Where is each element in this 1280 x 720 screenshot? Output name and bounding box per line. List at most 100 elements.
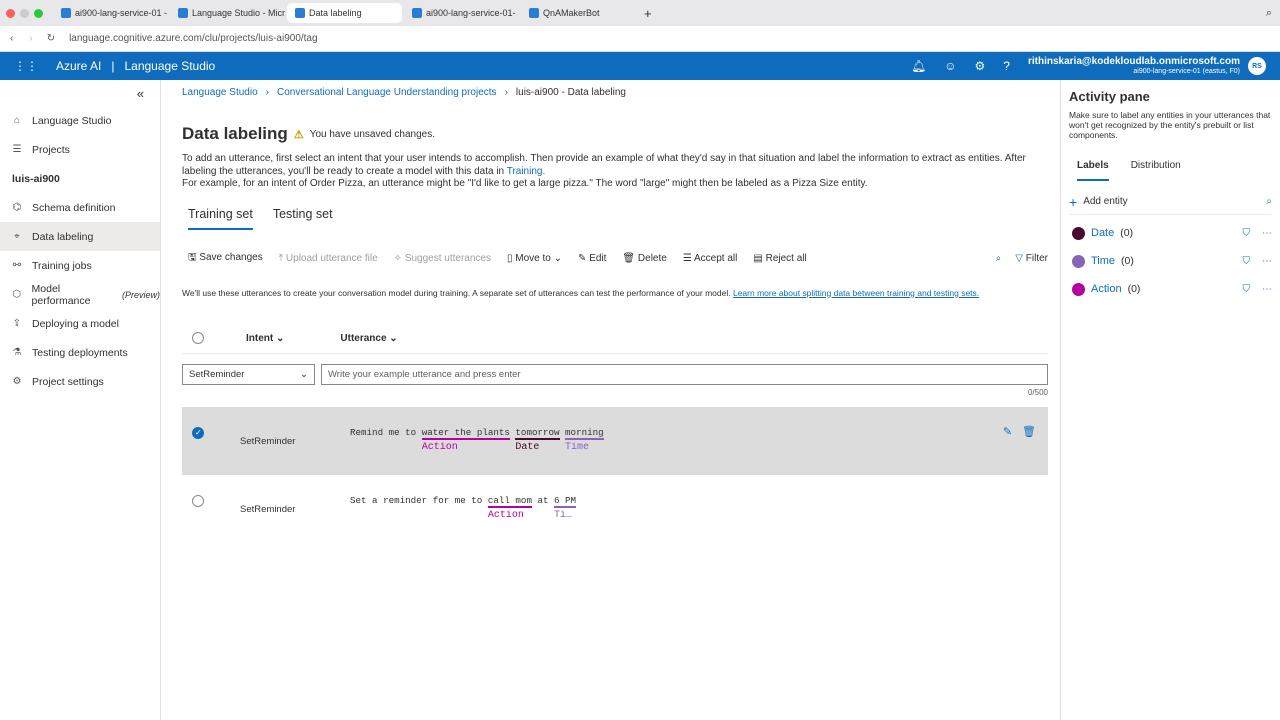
save-changes-button[interactable]: 🖫 Save changes bbox=[188, 250, 263, 267]
bell-icon[interactable]: 🔔︎ bbox=[911, 59, 926, 73]
label-brush-icon[interactable]: ⛉ bbox=[1243, 284, 1251, 295]
move-to-button[interactable]: ▯ Move to ⌄ bbox=[507, 253, 562, 264]
more-options-icon[interactable]: ⋯ bbox=[1262, 256, 1272, 267]
app-launcher-icon[interactable]: ⋮⋮ bbox=[14, 59, 38, 73]
more-options-icon[interactable]: ⋯ bbox=[1262, 228, 1272, 239]
sidebar-item-label: Model performance bbox=[31, 282, 91, 307]
maximize-window-button[interactable] bbox=[34, 8, 43, 18]
breadcrumb-language-studio[interactable]: Language Studio bbox=[182, 87, 258, 98]
product-name[interactable]: Language Studio bbox=[124, 59, 215, 73]
new-tab-button[interactable]: + bbox=[644, 6, 652, 21]
entity-row[interactable]: Time (0) ⛉ ⋯ bbox=[1069, 247, 1272, 275]
sidebar-item-projects[interactable]: ☰ Projects bbox=[0, 135, 160, 164]
label-brush-icon[interactable]: ⛉ bbox=[1243, 228, 1251, 239]
back-button[interactable]: ‹ bbox=[10, 33, 13, 44]
feedback-smiley-icon[interactable]: ☺ bbox=[944, 59, 956, 73]
sidebar-item-deploying-a-model[interactable]: ⇪ Deploying a model bbox=[0, 309, 160, 338]
search-entities-icon[interactable]: ⌕ bbox=[1266, 196, 1272, 207]
url-field[interactable]: language.cognitive.azure.com/clu/project… bbox=[69, 33, 317, 44]
pane-title: Activity pane bbox=[1069, 89, 1150, 104]
delete-button[interactable]: 🗑︎ Delete bbox=[622, 253, 666, 264]
add-entity-button[interactable]: Add entity bbox=[1083, 196, 1127, 207]
entity-row[interactable]: Action (0) ⛉ ⋯ bbox=[1069, 275, 1272, 303]
utterance-input[interactable]: Write your example utterance and press e… bbox=[321, 363, 1048, 385]
edit-button[interactable]: ✎ Edit bbox=[578, 253, 606, 264]
entity-span[interactable]: call mom Action bbox=[487, 495, 532, 521]
entity-name[interactable]: Action bbox=[1091, 283, 1122, 295]
search-icon[interactable]: ⌕ bbox=[996, 253, 1002, 264]
label-brush-icon[interactable]: ⛉ bbox=[1243, 256, 1251, 267]
learn-more-link[interactable]: Learn more about splitting data between … bbox=[733, 288, 979, 298]
entity-label: Action bbox=[487, 509, 524, 521]
sidebar-item-training-jobs[interactable]: ⚯ Training jobs bbox=[0, 251, 160, 280]
entity-span[interactable]: 6 PM Ti… bbox=[554, 495, 577, 521]
brand-name[interactable]: Azure AI bbox=[56, 59, 101, 73]
text-span: at bbox=[532, 495, 554, 506]
browser-tab[interactable]: Data labeling bbox=[287, 3, 402, 23]
user-account[interactable]: rithinskaria@kodekloudlab.onmicrosoft.co… bbox=[1028, 55, 1240, 77]
utterance-column-header[interactable]: Utterance ⌄ bbox=[340, 333, 397, 344]
filter-button[interactable]: ▽ Filter bbox=[1015, 253, 1048, 264]
browser-tab[interactable]: QnAMakerBot bbox=[521, 3, 636, 23]
row-checkbox[interactable] bbox=[192, 426, 204, 439]
toolbar: 🖫 Save changes ⤒ Upload utterance file ✧… bbox=[182, 248, 1048, 270]
tab-distribution[interactable]: Distribution bbox=[1131, 160, 1181, 181]
tab-testing-set[interactable]: Testing set bbox=[273, 207, 333, 230]
reload-button[interactable]: ↻ bbox=[47, 33, 55, 44]
intent-column-header[interactable]: Intent ⌄ bbox=[246, 333, 284, 344]
more-options-icon[interactable]: ⋯ bbox=[1262, 284, 1272, 295]
suggest-utterances-button[interactable]: ✧ Suggest utterances bbox=[394, 253, 491, 264]
entity-span[interactable]: morning Time bbox=[565, 427, 604, 453]
reject-all-button[interactable]: ▤ Reject all bbox=[753, 253, 806, 264]
row-checkbox[interactable] bbox=[192, 494, 204, 507]
tab-labels[interactable]: Labels bbox=[1077, 160, 1109, 181]
browser-tab[interactable]: ai900-lang-service-01- bbox=[404, 3, 519, 23]
browser-tab[interactable]: Language Studio - Micro bbox=[170, 3, 285, 23]
entity-row[interactable]: Date (0) ⛉ ⋯ bbox=[1069, 219, 1272, 247]
forward-button[interactable]: › bbox=[29, 33, 32, 44]
sidebar-item-project-settings[interactable]: ⚙ Project settings bbox=[0, 367, 160, 396]
browser-tab[interactable]: ai900-lang-service-01 - bbox=[53, 3, 168, 23]
accept-all-button[interactable]: ☰ Accept all bbox=[683, 253, 738, 264]
sidebar-item-luis-ai900[interactable]: luis-ai900 bbox=[0, 164, 160, 193]
select-all-checkbox[interactable] bbox=[192, 332, 204, 344]
text-span: Remind me to bbox=[350, 427, 422, 438]
entity-label: Action bbox=[421, 441, 458, 453]
table-row[interactable]: SetReminder Set a reminder for me to call… bbox=[182, 475, 1048, 543]
training-link[interactable]: Training. bbox=[507, 166, 546, 177]
utterance-word: Remind me to bbox=[350, 426, 422, 438]
minimize-window-button[interactable] bbox=[20, 8, 29, 18]
sidebar-item-data-labeling[interactable]: ⌖ Data labeling bbox=[0, 222, 160, 251]
avatar[interactable]: RS bbox=[1248, 57, 1266, 75]
breadcrumb-clu-projects[interactable]: Conversational Language Understanding pr… bbox=[277, 87, 497, 98]
row-intent: SetReminder bbox=[240, 435, 296, 447]
entity-name[interactable]: Time bbox=[1091, 255, 1115, 267]
delete-row-icon[interactable]: 🗑︎ bbox=[1022, 425, 1036, 438]
entity-name[interactable]: Date bbox=[1091, 227, 1114, 239]
tab-training-set[interactable]: Training set bbox=[188, 207, 253, 230]
entity-span[interactable]: water the plants Action bbox=[421, 426, 510, 453]
sidebar-item-language-studio[interactable]: ⌂ Language Studio bbox=[0, 106, 160, 135]
search-tabs-icon[interactable]: ⌕ bbox=[1266, 7, 1272, 20]
pane-description: Make sure to label any entities in your … bbox=[1069, 110, 1271, 140]
sidebar-item-schema-definition[interactable]: ⌬ Schema definition bbox=[0, 193, 160, 222]
utterance-word: water the plants bbox=[421, 426, 510, 440]
upload-utterance-button[interactable]: ⤒ Upload utterance file bbox=[279, 253, 378, 264]
utterance-text[interactable]: Remind me to water the plants Action tomo… bbox=[350, 427, 604, 453]
table-header: Intent ⌄ Utterance ⌄ bbox=[182, 324, 1048, 354]
collapse-sidebar-button[interactable]: « bbox=[0, 80, 160, 106]
help-icon[interactable]: ? bbox=[1003, 59, 1010, 73]
sidebar-item-testing-deployments[interactable]: ⚗ Testing deployments bbox=[0, 338, 160, 367]
table-row[interactable]: SetReminder Remind me to water the plants… bbox=[182, 406, 1048, 475]
tab-title: Data labeling bbox=[309, 8, 362, 18]
browser-tab-bar: ai900-lang-service-01 - Language Studio -… bbox=[0, 0, 1280, 26]
edit-row-icon[interactable]: ✎ bbox=[1003, 425, 1012, 438]
entity-span[interactable]: tomorrow Date bbox=[515, 427, 560, 453]
chevron-down-icon: ⌄ bbox=[300, 368, 308, 380]
gear-icon[interactable]: ⚙ bbox=[975, 59, 986, 73]
sidebar-item-model-performance[interactable]: ⬡ Model performance (Preview) bbox=[0, 280, 160, 309]
utterance-text[interactable]: Set a reminder for me to call mom Action … bbox=[350, 495, 577, 521]
intent-select[interactable]: SetReminder ⌄ bbox=[182, 363, 315, 385]
tab-title: ai900-lang-service-01- bbox=[426, 8, 516, 18]
close-window-button[interactable] bbox=[6, 8, 15, 18]
